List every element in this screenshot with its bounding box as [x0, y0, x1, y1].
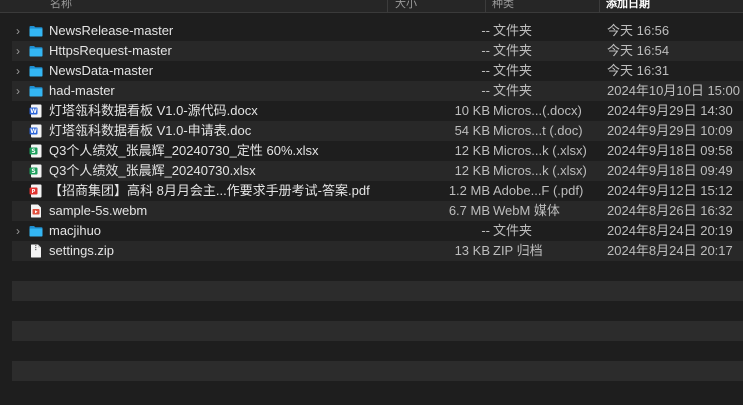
column-header-kind[interactable]: 种类 [492, 0, 514, 11]
file-row[interactable]: P 【招商集团】高科 8月月会主...作要求手册考试-答案.pdf 1.2 MB Ad… [12, 181, 743, 201]
file-row[interactable]: › NewsRelease-master -- 文件夹 今天 16:56 [12, 21, 743, 41]
file-name: HttpsRequest-master [49, 43, 172, 58]
file-size: 1.2 MB [448, 183, 490, 198]
column-header-name[interactable]: 名称 [50, 0, 72, 11]
file-date-added: 今天 16:31 [607, 63, 670, 78]
file-name: NewsRelease-master [49, 23, 174, 38]
word-doc-icon: W [29, 124, 43, 138]
file-row[interactable]: W 灯塔瓴科数据看板 V1.0-申请表.doc 54 KB Micros...t (.… [12, 121, 743, 141]
file-name: 灯塔瓴科数据看板 V1.0-申请表.doc [49, 123, 252, 138]
file-date-added: 2024年8月24日 20:17 [607, 243, 733, 258]
disclosure-triangle-icon[interactable]: › [16, 61, 26, 81]
svg-text:P: P [32, 189, 36, 195]
finder-list-window: 名称 大小 种类 添加日期 › NewsRelease-master -- 文件夹 今天… [0, 0, 743, 405]
file-name: had-master [49, 83, 115, 98]
file-size: 6.7 MB [448, 203, 490, 218]
folder-icon [29, 84, 43, 98]
file-name: 灯塔瓴科数据看板 V1.0-源代码.docx [49, 103, 258, 118]
excel-sheet-icon: S [29, 144, 43, 158]
column-header-date-added[interactable]: 添加日期 [606, 0, 650, 11]
empty-row [12, 261, 743, 281]
file-size: -- [481, 23, 490, 38]
file-date-added: 2024年8月26日 16:32 [607, 203, 733, 218]
video-file-icon [29, 204, 43, 218]
empty-row [12, 341, 743, 361]
file-row[interactable]: › HttpsRequest-master -- 文件夹 今天 16:54 [12, 41, 743, 61]
folder-icon [29, 224, 43, 238]
file-name: 【招商集团】高科 8月月会主...作要求手册考试-答案.pdf [49, 183, 370, 198]
file-row[interactable]: settings.zip 13 KB ZIP 归档 2024年8月24日 20:17 [12, 241, 743, 261]
empty-row [12, 361, 743, 381]
zip-file-icon [29, 244, 43, 258]
file-date-added: 2024年9月18日 09:49 [607, 163, 733, 178]
disclosure-triangle-icon[interactable]: › [16, 221, 26, 241]
column-header-size[interactable]: 大小 [395, 0, 417, 11]
file-size: 54 KB [454, 123, 490, 138]
file-size: -- [481, 223, 490, 238]
column-separator[interactable] [485, 0, 486, 12]
file-date-added: 2024年9月18日 09:58 [607, 143, 733, 158]
file-kind: 文件夹 [493, 63, 533, 78]
file-name: settings.zip [49, 243, 115, 258]
column-separator[interactable] [387, 0, 388, 12]
file-size: 10 KB [454, 103, 490, 118]
file-row[interactable]: › had-master -- 文件夹 2024年10月10日 15:00 [12, 81, 743, 101]
svg-text:W: W [30, 128, 37, 135]
file-kind: Micros...k (.xlsx) [493, 143, 587, 158]
file-row[interactable]: sample-5s.webm 6.7 MB WebM 媒体 2024年8月26日 16… [12, 201, 743, 221]
file-size: 12 KB [454, 163, 490, 178]
pdf-icon: P [29, 184, 43, 198]
empty-row [12, 301, 743, 321]
folder-icon [29, 24, 43, 38]
file-kind: 文件夹 [493, 223, 533, 238]
file-row[interactable]: S Q3个人绩效_张晨辉_20240730_定性 60%.xlsx 12 KB Mic… [12, 141, 743, 161]
file-date-added: 2024年9月29日 14:30 [607, 103, 733, 118]
folder-icon [29, 64, 43, 78]
file-row[interactable]: › NewsData-master -- 文件夹 今天 16:31 [12, 61, 743, 81]
disclosure-triangle-icon[interactable]: › [16, 21, 26, 41]
file-kind: Micros...k (.xlsx) [493, 163, 587, 178]
file-kind: Micros...t (.doc) [493, 123, 583, 138]
svg-text:S: S [31, 148, 35, 155]
folder-icon [29, 44, 43, 58]
file-size: -- [481, 83, 490, 98]
file-date-added: 2024年8月24日 20:19 [607, 223, 733, 238]
empty-row [12, 321, 743, 341]
file-name: sample-5s.webm [49, 203, 148, 218]
file-kind: 文件夹 [493, 23, 533, 38]
file-date-added: 2024年9月29日 10:09 [607, 123, 733, 138]
file-date-added: 2024年10月10日 15:00 [607, 83, 740, 98]
column-separator[interactable] [599, 0, 600, 12]
empty-row [12, 281, 743, 301]
file-kind: Micros...(.docx) [493, 103, 582, 118]
column-header-bar: 名称 大小 种类 添加日期 [0, 0, 743, 13]
file-size: -- [481, 63, 490, 78]
disclosure-triangle-icon[interactable]: › [16, 81, 26, 101]
file-size: 12 KB [454, 143, 490, 158]
file-list: › NewsRelease-master -- 文件夹 今天 16:56 › HttpsRe… [12, 21, 743, 381]
file-size: -- [481, 43, 490, 58]
file-kind: WebM 媒体 [493, 203, 560, 218]
svg-text:W: W [30, 108, 37, 115]
file-name: Q3个人绩效_张晨辉_20240730.xlsx [49, 163, 256, 178]
file-kind: ZIP 归档 [493, 243, 543, 258]
file-kind: 文件夹 [493, 43, 533, 58]
file-date-added: 今天 16:54 [607, 43, 670, 58]
file-date-added: 2024年9月12日 15:12 [607, 183, 733, 198]
file-kind: 文件夹 [493, 83, 533, 98]
file-name: Q3个人绩效_张晨辉_20240730_定性 60%.xlsx [49, 143, 319, 158]
file-name: NewsData-master [49, 63, 154, 78]
file-size: 13 KB [454, 243, 490, 258]
word-doc-icon: W [29, 104, 43, 118]
file-row[interactable]: W 灯塔瓴科数据看板 V1.0-源代码.docx 10 KB Micros...(.d… [12, 101, 743, 121]
file-name: macjihuo [49, 223, 102, 238]
file-date-added: 今天 16:56 [607, 23, 670, 38]
excel-sheet-icon: S [29, 164, 43, 178]
disclosure-triangle-icon[interactable]: › [16, 41, 26, 61]
svg-text:S: S [31, 168, 35, 175]
file-row[interactable]: S Q3个人绩效_张晨辉_20240730.xlsx 12 KB Micros...k… [12, 161, 743, 181]
file-kind: Adobe...F (.pdf) [493, 183, 584, 198]
file-row[interactable]: › macjihuo -- 文件夹 2024年8月24日 20:19 [12, 221, 743, 241]
